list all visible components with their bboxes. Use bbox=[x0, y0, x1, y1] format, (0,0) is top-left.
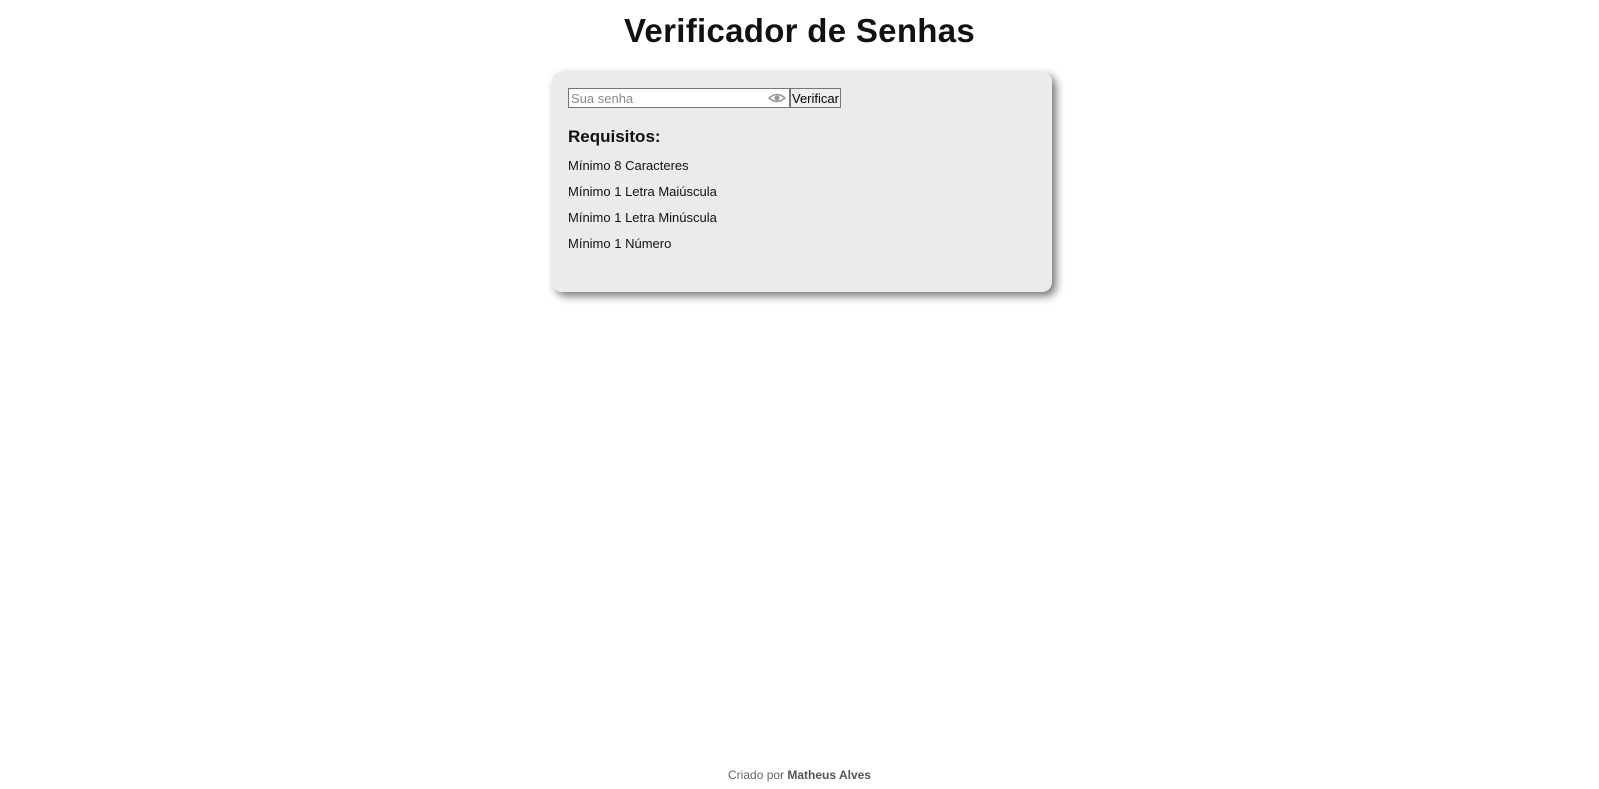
footer-author: Matheus Alves bbox=[787, 768, 871, 782]
requirement-min-length: Mínimo 8 Caracteres bbox=[568, 158, 689, 173]
requirement-number: Mínimo 1 Número bbox=[568, 236, 672, 251]
page-title: Verificador de Senhas bbox=[623, 12, 976, 49]
footer-credit-prefix: Criado por bbox=[728, 768, 785, 782]
requirement-lowercase: Mínimo 1 Letra Minúscula bbox=[568, 210, 717, 225]
verify-button[interactable]: Verificar bbox=[790, 88, 841, 108]
requirement-uppercase: Mínimo 1 Letra Maiúscula bbox=[568, 184, 717, 199]
eye-icon[interactable] bbox=[768, 92, 786, 104]
requirements-heading: Requisitos: bbox=[568, 127, 661, 146]
password-input[interactable] bbox=[569, 89, 759, 107]
password-input-row: Verificar bbox=[568, 88, 1036, 108]
password-checker-card: Verificar Requisitos: Mínimo 8 Caractere… bbox=[552, 72, 1052, 292]
page: Verificador de Senhas Verificar Requisit… bbox=[0, 0, 1599, 789]
requirements-list: Mínimo 8 Caracteres Mínimo 1 Letra Maiús… bbox=[568, 157, 1036, 261]
password-field-wrapper bbox=[568, 88, 790, 108]
footer: Criado por Matheus Alves bbox=[0, 768, 1599, 782]
